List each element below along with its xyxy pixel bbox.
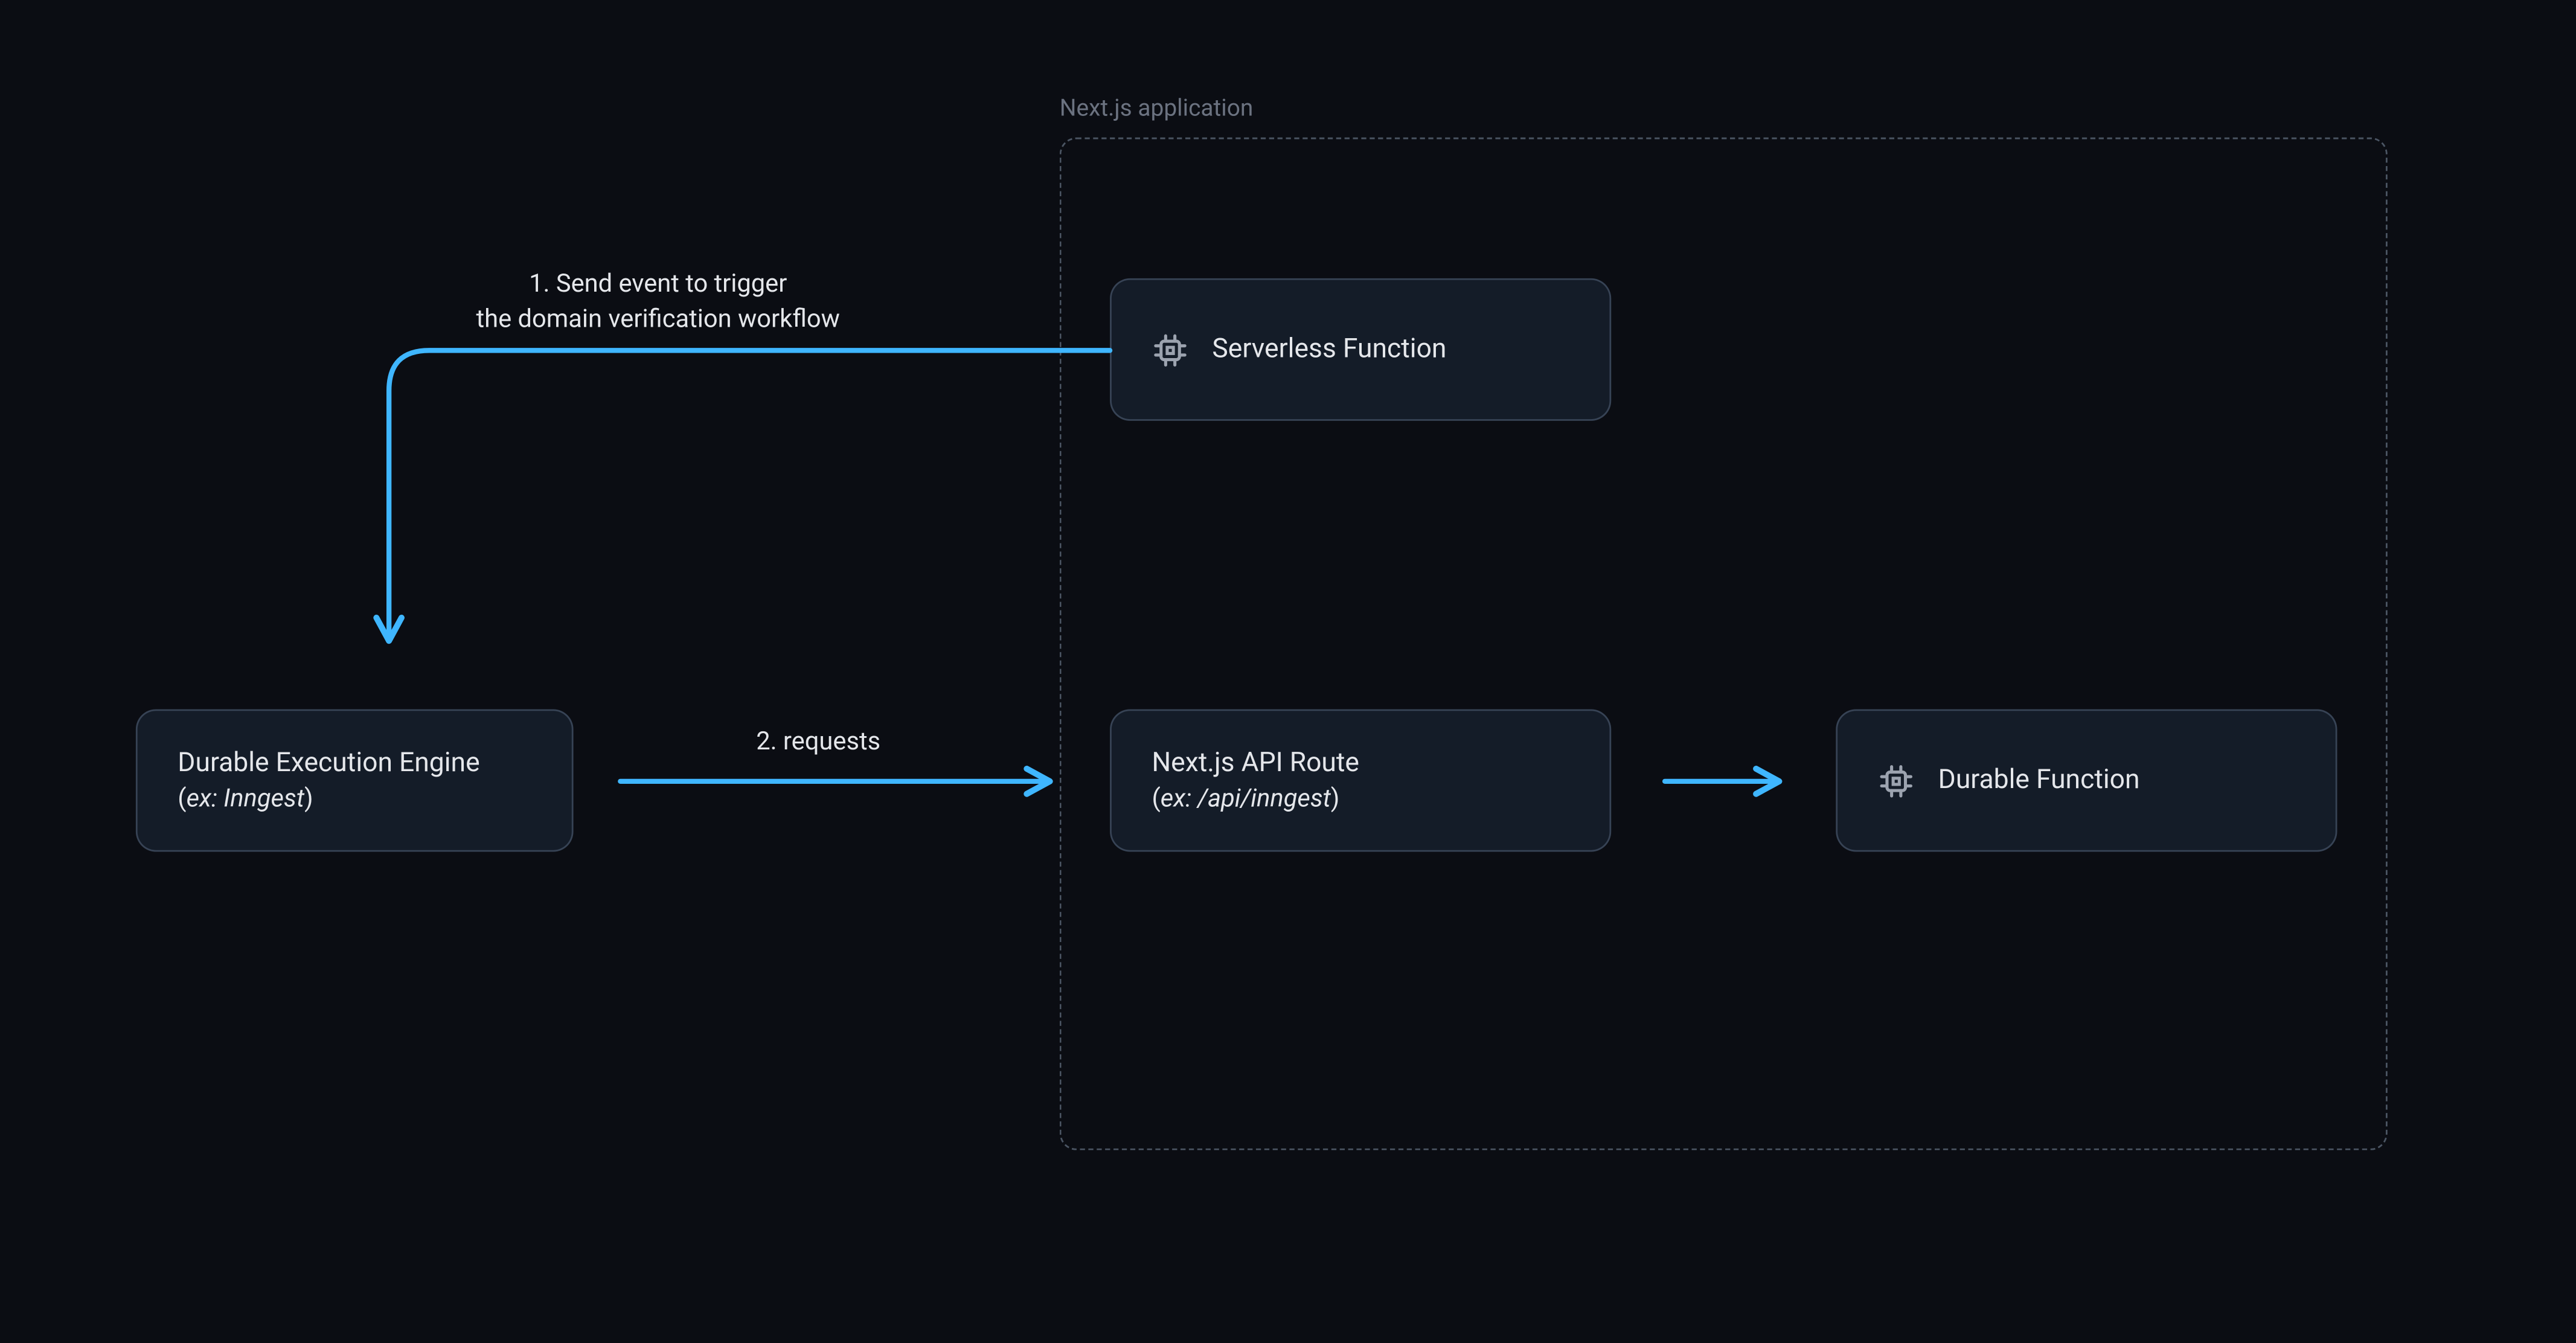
container-label-nextjs: Next.js application [1060,95,1254,122]
node-title: Durable Execution Engine [178,744,479,781]
arrow-send-event [389,350,1110,639]
node-subtitle: (ex: Inngest) [178,781,479,816]
node-subtitle: (ex: /api/inngest) [1152,781,1359,816]
node-serverless-function: Serverless Function [1110,278,1611,421]
node-durable-function: Durable Function [1836,709,2337,851]
node-title: Durable Function [1938,761,2140,799]
node-title: Next.js API Route [1152,744,1359,781]
node-durable-execution-engine: Durable Execution Engine (ex: Inngest) [136,709,574,851]
chip-icon [1878,762,1915,799]
chip-icon [1152,331,1188,368]
node-title: Serverless Function [1212,331,1446,368]
diagram-canvas: Next.js application Durable Execution En… [0,0,2575,1343]
arrow-label-send-event: 1. Send event to trigger the domain veri… [476,266,840,337]
node-nextjs-api-route: Next.js API Route (ex: /api/inngest) [1110,709,1611,851]
arrow-label-requests: 2. requests [756,724,880,759]
